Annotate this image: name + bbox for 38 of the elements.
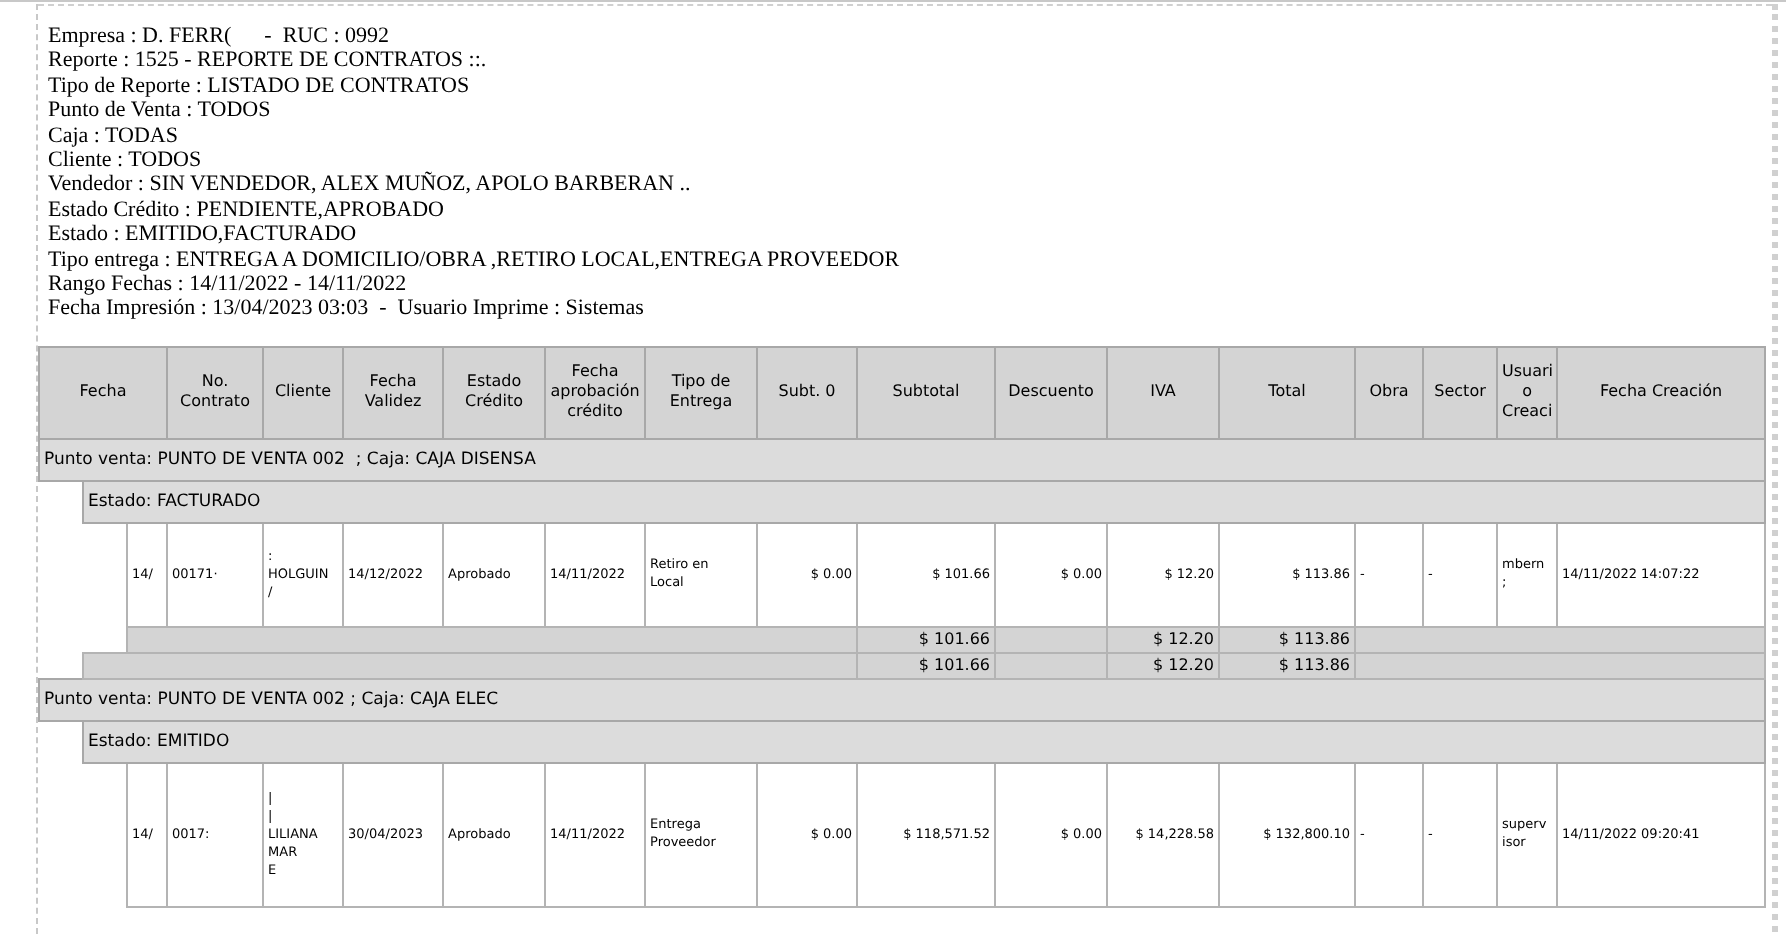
report-header-line: Tipo de Reporte : LISTADO DE CONTRATOS: [48, 73, 470, 99]
report-header-line: Vendedor : SIN VENDEDOR, ALEX MUÑOZ, APOLO BARBERAN ..: [48, 172, 691, 198]
report-header-line: Rango Fechas : 14/11/2022 - 14/11/2022: [48, 272, 407, 297]
group-header: Punto venta: PUNTO DE VENTA 002 ; Caja: CAJA DISENSA: [39, 438, 1766, 481]
column-header: IVA: [1107, 346, 1220, 439]
report-header-line: Caja : TODAS: [48, 123, 178, 149]
column-header: Estado Crédito: [443, 346, 546, 439]
total-cell: $ 113.86: [1219, 652, 1356, 679]
total-cell: $ 101.66: [857, 652, 996, 679]
column-header: Fecha: [39, 346, 168, 439]
report-header-line: Estado : EMITIDO,FACTURADO: [48, 222, 357, 248]
column-header: No. Contrato: [167, 346, 264, 439]
column-header: Fecha Validez: [343, 346, 444, 439]
report-header-line: Punto de Venta : TODOS: [48, 98, 271, 124]
group-header: Estado: FACTURADO: [83, 480, 1766, 523]
column-header: Tipo de Entrega: [645, 346, 758, 439]
report-header-line: Reporte : 1525 - REPORTE DE CONTRATOS ::.: [48, 48, 487, 74]
report-header-line: Tipo entrega : ENTREGA A DOMICILIO/OBRA ,RETIRO LOCAL,ENTREGA PROVEEDOR: [48, 247, 900, 273]
group-header: Punto venta: PUNTO DE VENTA 002 ; Caja: CAJA ELEC: [39, 678, 1766, 721]
report-header-line: Estado Crédito : PENDIENTE,APROBADO: [48, 197, 444, 223]
column-header: Total: [1219, 346, 1356, 439]
total-cell: $ 12.20: [1107, 652, 1220, 679]
report-header-line: Cliente : TODOS: [48, 148, 202, 173]
column-header: Sector: [1423, 346, 1498, 439]
column-header: Descuento: [995, 346, 1108, 439]
column-header: Subtotal: [857, 346, 996, 439]
total-cell: $ 12.20: [1107, 626, 1220, 653]
report-header-line: Empresa : D. FERR( - RUC : 0992: [48, 24, 389, 49]
total-cell: $ 113.86: [1219, 626, 1356, 653]
group-header: Estado: EMITIDO: [83, 720, 1766, 763]
column-header: Cliente: [263, 346, 344, 439]
column-header: Obra: [1355, 346, 1424, 439]
column-header: Subt. 0: [757, 346, 858, 439]
column-header: Fecha aprobación crédito: [545, 346, 646, 439]
column-header: Fecha Creación: [1557, 346, 1766, 439]
report-header-line: Fecha Impresión : 13/04/2023 03:03 - Usuario Imprime : Sistemas: [48, 296, 644, 322]
column-header: Usuari o Creaci: [1497, 346, 1558, 439]
total-cell: $ 101.66: [857, 626, 996, 653]
